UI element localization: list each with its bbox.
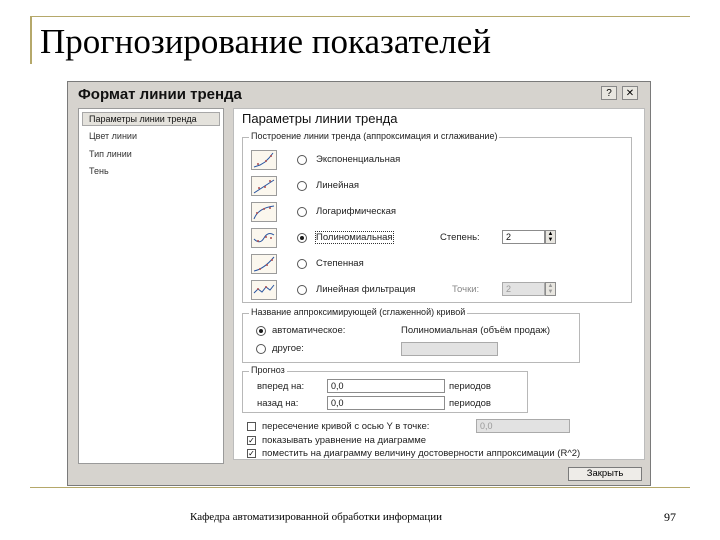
- section-title: Параметры линии тренда: [242, 111, 398, 126]
- show-equation-label: показывать уравнение на диаграмме: [262, 435, 427, 446]
- forecast-group: Прогноз вперед на: 0,0 периодов назад на…: [242, 365, 528, 413]
- intercept-label: пересечение кривой с осью Y в точке:: [262, 421, 430, 432]
- nav-item-shadow[interactable]: Тень: [89, 166, 109, 176]
- option-exponential-label: Экспоненциальная: [316, 154, 401, 165]
- option-power-label: Степенная: [316, 258, 364, 269]
- nav-item-line-style[interactable]: Тип линии: [89, 149, 132, 159]
- radio-moving-average[interactable]: [297, 285, 307, 295]
- radio-custom-name[interactable]: [256, 344, 266, 354]
- radio-logarithmic[interactable]: [297, 207, 307, 217]
- intercept-input[interactable]: 0,0: [476, 419, 570, 433]
- linear-trend-icon: [251, 176, 277, 196]
- show-r2-checkbox[interactable]: ✓: [247, 449, 256, 458]
- backward-label: назад на:: [257, 398, 299, 409]
- radio-linear[interactable]: [297, 181, 307, 191]
- auto-name-label: автоматическое:: [272, 325, 346, 336]
- close-icon[interactable]: ✕: [622, 86, 638, 100]
- degree-input[interactable]: 2: [502, 230, 545, 244]
- radio-exponential[interactable]: [297, 155, 307, 165]
- custom-name-input[interactable]: [401, 342, 498, 356]
- moving-average-trend-icon: [251, 280, 277, 300]
- auto-name-value: Полиномиальная (объём продаж): [401, 325, 551, 336]
- slide-footer: Кафедра автоматизированной обработки инф…: [190, 511, 443, 523]
- forecast-legend: Прогноз: [249, 365, 287, 375]
- option-moving-average-label: Линейная фильтрация: [316, 284, 416, 295]
- slide-left-rule: [30, 16, 32, 64]
- slide-title: Прогнозирование показателей: [40, 22, 492, 61]
- page-number: 97: [664, 510, 676, 524]
- option-logarithmic-label: Логарифмическая: [316, 206, 397, 217]
- trend-type-group: Построение линии тренда (аппроксимация и…: [242, 131, 632, 303]
- degree-spinner[interactable]: ▲ ▼: [545, 230, 556, 244]
- forward-label: вперед на:: [257, 381, 305, 392]
- nav-pane: Параметры линии тренда Цвет линии Тип ли…: [78, 108, 224, 464]
- close-button[interactable]: Закрыть: [568, 467, 642, 481]
- radio-power[interactable]: [297, 259, 307, 269]
- show-r2-label: поместить на диаграмму величину достовер…: [262, 448, 581, 459]
- radio-auto-name[interactable]: [256, 326, 266, 336]
- polynomial-trend-icon: [251, 228, 277, 248]
- custom-name-label: другое:: [272, 343, 304, 354]
- trendline-format-dialog: Формат линии тренда ? ✕ Параметры линии …: [67, 81, 651, 486]
- forward-input[interactable]: 0,0: [327, 379, 445, 393]
- trend-type-legend: Построение линии тренда (аппроксимация и…: [249, 131, 500, 141]
- degree-label: Степень:: [440, 232, 480, 243]
- points-label: Точки:: [452, 284, 480, 295]
- options-pane: Параметры линии тренда Построение линии …: [233, 108, 645, 460]
- radio-polynomial[interactable]: [297, 233, 307, 243]
- option-polynomial-label: Полиномиальная: [315, 231, 394, 244]
- curve-name-legend: Название аппроксимирующей (сглаженной) к…: [249, 307, 468, 317]
- logarithmic-trend-icon: [251, 202, 277, 222]
- nav-item-line-color[interactable]: Цвет линии: [89, 131, 137, 141]
- slide-top-rule: [30, 16, 690, 17]
- exponential-trend-icon: [251, 150, 277, 170]
- slide-bottom-rule: [30, 487, 690, 488]
- show-equation-checkbox[interactable]: ✓: [247, 436, 256, 445]
- intercept-checkbox[interactable]: [247, 422, 256, 431]
- help-button[interactable]: ?: [601, 86, 617, 100]
- points-input[interactable]: 2: [502, 282, 545, 296]
- dialog-title: Формат линии тренда: [78, 86, 242, 103]
- option-linear-label: Линейная: [316, 180, 360, 191]
- curve-name-group: Название аппроксимирующей (сглаженной) к…: [242, 307, 580, 363]
- forward-periods-label: периодов: [449, 381, 491, 392]
- power-trend-icon: [251, 254, 277, 274]
- backward-periods-label: периодов: [449, 398, 491, 409]
- nav-item-trend-options[interactable]: Параметры линии тренда: [82, 112, 220, 126]
- backward-input[interactable]: 0,0: [327, 396, 445, 410]
- points-spinner[interactable]: ▲ ▼: [545, 282, 556, 296]
